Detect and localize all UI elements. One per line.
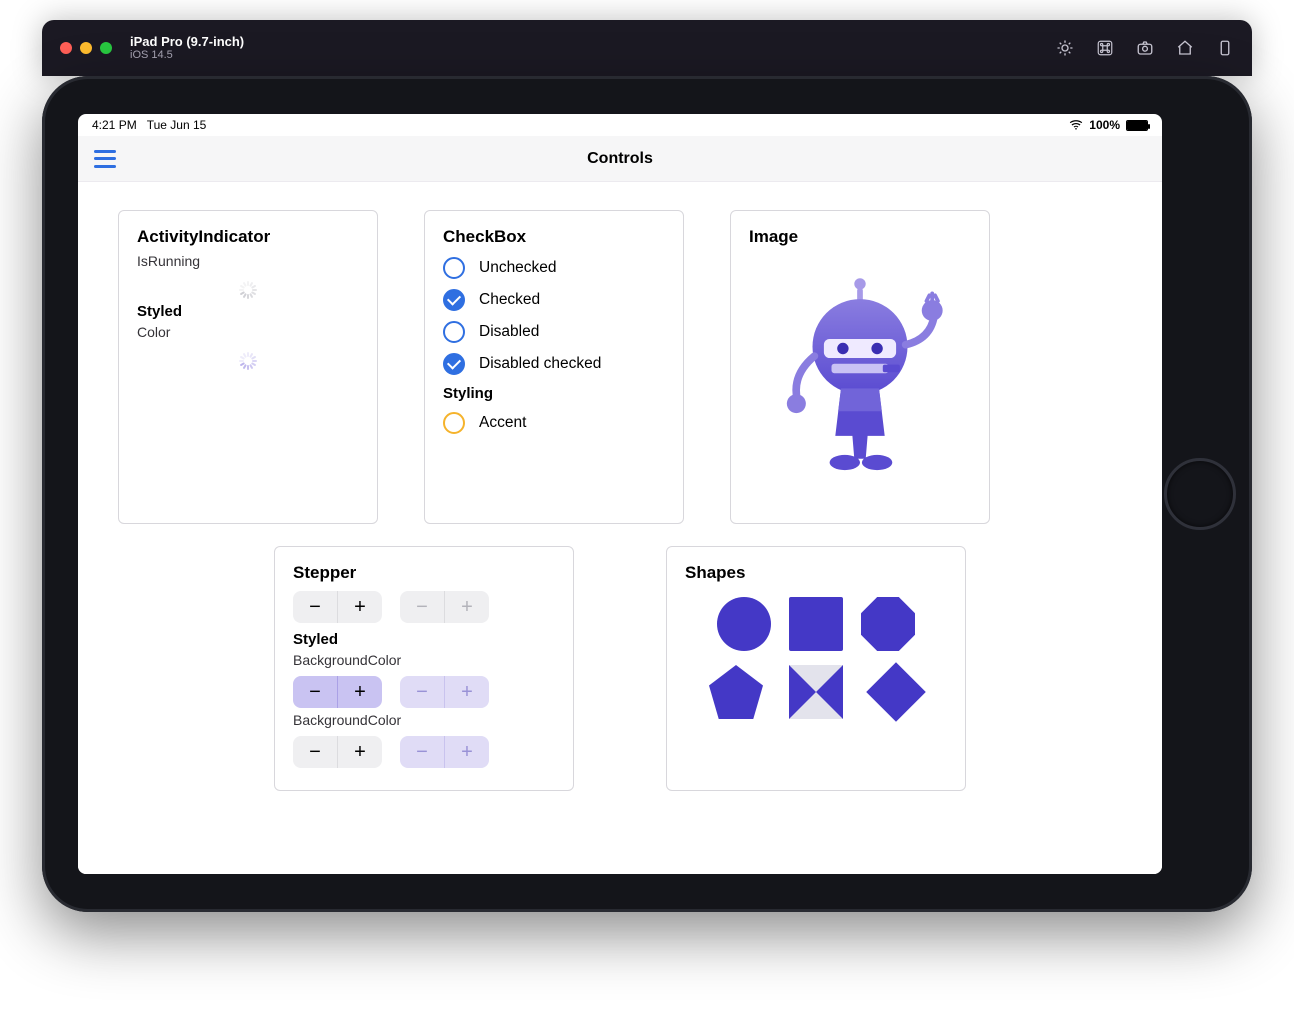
checkbox-accent[interactable] [443,412,465,434]
home-icon[interactable] [1176,39,1194,57]
stepper-plus-button[interactable]: + [338,736,382,768]
checkbox-label: Unchecked [479,259,557,277]
screenshot-icon[interactable] [1136,39,1154,57]
wifi-icon [1069,120,1083,130]
menu-icon[interactable] [94,150,116,168]
rotate-device-icon[interactable] [1216,39,1234,57]
page-title: Controls [78,150,1162,168]
status-time: 4:21 PM [92,118,137,132]
simulator-device-label: iPad Pro (9.7-inch) [130,35,244,49]
image-card: Image [730,210,990,524]
checkbox-row-unchecked: Unchecked [443,257,665,279]
ipad-device-frame: 4:21 PM Tue Jun 15 100% Controls [42,76,1252,912]
dotnet-bot-image [765,272,955,487]
stepper-prop-bg1: BackgroundColor [293,652,555,668]
card-title: CheckBox [443,227,665,247]
checkbox-unchecked[interactable] [443,257,465,279]
checkbox-checked[interactable] [443,289,465,311]
checkbox-disabled [443,321,465,343]
checkbox-label: Checked [479,291,540,309]
stepper-bgcolor-disabled: − + [400,676,489,708]
stepper-disabled: − + [400,591,489,623]
keyboard-command-icon[interactable] [1096,39,1114,57]
simulator-titlebar: iPad Pro (9.7-inch) iOS 14.5 [42,20,1252,76]
checkbox-row-disabled: Disabled [443,321,665,343]
stepper-default-2[interactable]: − + [293,736,382,768]
minimize-window-icon[interactable] [80,42,92,54]
stepper-subhead: Styled [293,631,555,648]
checkbox-card: CheckBox Unchecked Checked Disabled [424,210,684,524]
status-date: Tue Jun 15 [147,118,207,132]
window-traffic-lights[interactable] [60,42,112,54]
status-battery-pct: 100% [1089,118,1120,132]
stepper-plus-button: + [445,591,489,623]
card-title: ActivityIndicator [137,227,359,247]
shape-square [789,597,843,651]
stepper-minus-button: − [400,736,444,768]
stepper-minus-button[interactable]: − [293,591,337,623]
navigation-bar: Controls [78,136,1162,182]
ios-status-bar: 4:21 PM Tue Jun 15 100% [78,114,1162,136]
shape-pentagon [709,665,763,719]
simulator-os-label: iOS 14.5 [130,49,244,61]
appearance-icon[interactable] [1056,39,1074,57]
stepper-bgcolor[interactable]: − + [293,676,382,708]
checkbox-disabled-checked [443,353,465,375]
activity-indicator-colored [239,348,257,366]
stepper-card: Stepper − + − + [274,546,574,791]
shape-octagon [861,597,915,651]
ipad-home-button[interactable] [1164,458,1236,530]
battery-icon [1126,120,1148,131]
close-window-icon[interactable] [60,42,72,54]
fullscreen-window-icon[interactable] [100,42,112,54]
checkbox-label: Accent [479,414,526,432]
checkbox-label: Disabled [479,323,539,341]
checkbox-subhead: Styling [443,385,665,402]
stepper-plus-button: + [445,736,489,768]
shapes-card: Shapes [666,546,966,791]
activity-indicator-default [239,277,257,295]
stepper-minus-button: − [400,591,444,623]
checkbox-row-accent: Accent [443,412,665,434]
activity-indicator-card: ActivityIndicator IsRunning Styled Color [118,210,378,524]
stepper-minus-button: − [400,676,444,708]
checkbox-row-checked: Checked [443,289,665,311]
stepper-plus-button[interactable]: + [338,676,382,708]
stepper-disabled-2: − + [400,736,489,768]
activity-prop-color: Color [137,324,359,340]
checkbox-row-disabled-checked: Disabled checked [443,353,665,375]
stepper-prop-bg2: BackgroundColor [293,712,555,728]
stepper-minus-button[interactable]: − [293,736,337,768]
shape-circle [717,597,771,651]
stepper-plus-button: + [445,676,489,708]
device-screen: 4:21 PM Tue Jun 15 100% Controls [78,114,1162,874]
card-title: Shapes [685,563,947,583]
activity-subhead: Styled [137,303,359,320]
card-title: Stepper [293,563,555,583]
stepper-minus-button[interactable]: − [293,676,337,708]
checkbox-label: Disabled checked [479,355,601,373]
card-title: Image [749,227,971,247]
shape-diamond [866,662,926,722]
stepper-plus-button[interactable]: + [338,591,382,623]
stepper-default[interactable]: − + [293,591,382,623]
shape-bowtie [789,665,843,719]
activity-prop-isrunning: IsRunning [137,253,359,269]
